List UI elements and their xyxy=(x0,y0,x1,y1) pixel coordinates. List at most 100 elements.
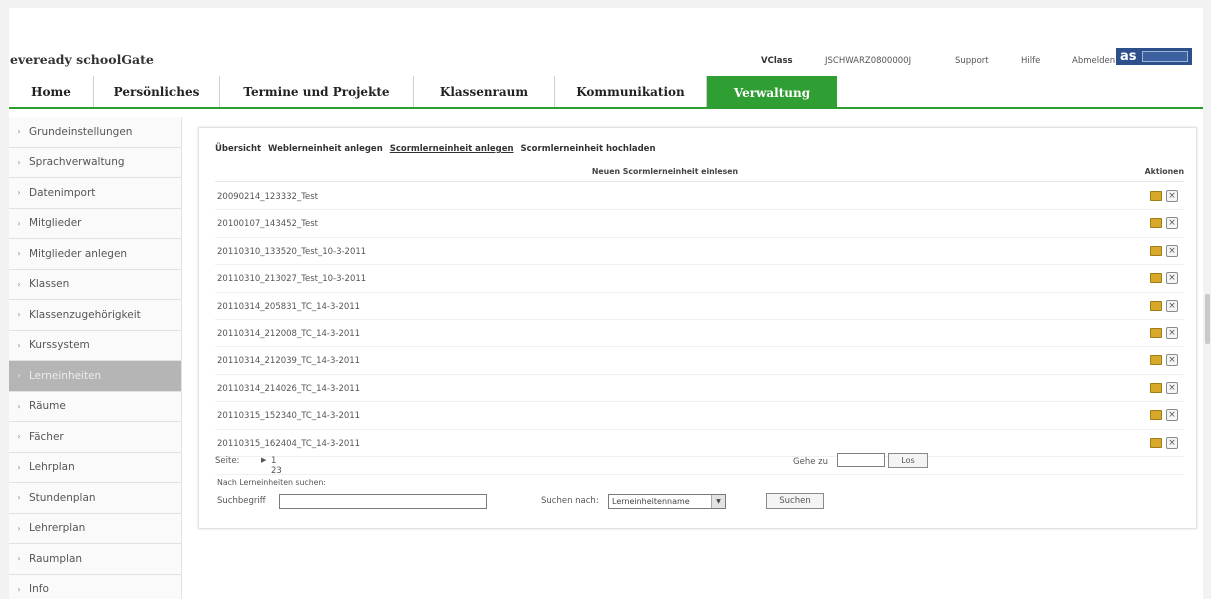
search-input[interactable] xyxy=(279,494,487,509)
sidebar-item-label: Kurssystem xyxy=(29,339,90,352)
sidebar-item-label: Fächer xyxy=(29,430,64,443)
delete-icon[interactable]: × xyxy=(1166,436,1178,449)
sidebar-item-grundeinstellungen[interactable]: › Grundeinstellungen xyxy=(9,117,181,148)
delete-icon[interactable]: × xyxy=(1166,217,1178,230)
subnav-scorm-create[interactable]: Scormlerneinheit anlegen xyxy=(390,144,514,154)
tab-home[interactable]: Home xyxy=(9,76,94,107)
search-by-select[interactable]: Lerneinheitenname ▼ xyxy=(608,494,726,509)
sidebar-item-mitglieder-anlegen[interactable]: › Mitglieder anlegen xyxy=(9,239,181,270)
delete-icon[interactable]: × xyxy=(1166,409,1178,422)
tab-personal[interactable]: Persönliches xyxy=(94,76,220,107)
unit-name[interactable]: 20110315_162404_TC_14-3-2011 xyxy=(217,439,360,449)
unit-name[interactable]: 20110315_152340_TC_14-3-2011 xyxy=(217,411,360,421)
chevron-right-icon: › xyxy=(17,157,21,167)
user-id: JSCHWARZ0800000J xyxy=(825,56,912,66)
sidebar-item-klassen[interactable]: › Klassen xyxy=(9,269,181,300)
sidebar-item-stundenplan[interactable]: › Stundenplan xyxy=(9,483,181,514)
delete-icon[interactable]: × xyxy=(1166,381,1178,394)
delete-icon[interactable]: × xyxy=(1166,326,1178,339)
chevron-right-icon: › xyxy=(17,371,21,381)
delete-icon[interactable]: × xyxy=(1166,190,1178,202)
unit-name[interactable]: 20110314_214026_TC_14-3-2011 xyxy=(217,384,360,394)
table-row: 20110315_152340_TC_14-3-2011 × xyxy=(215,402,1184,430)
sidebar-item-label: Lerneinheiten xyxy=(29,369,102,382)
pager-label: Seite: xyxy=(215,456,240,466)
scrollbar-thumb[interactable] xyxy=(1205,294,1210,344)
search-button[interactable]: Suchen xyxy=(766,493,824,509)
tab-communication[interactable]: Kommunikation xyxy=(555,76,707,107)
tab-dates-projects[interactable]: Termine und Projekte xyxy=(220,76,414,107)
folder-open-icon[interactable] xyxy=(1150,273,1162,284)
sidebar-item-mitglieder[interactable]: › Mitglieder xyxy=(9,208,181,239)
subnav: Übersicht Weblerneinheit anlegen Scormle… xyxy=(215,144,660,154)
delete-icon[interactable]: × xyxy=(1166,244,1178,257)
search-by-value: Lerneinheitenname xyxy=(612,497,690,506)
folder-open-icon[interactable] xyxy=(1150,355,1162,366)
unit-name[interactable]: 20110314_212008_TC_14-3-2011 xyxy=(217,329,360,339)
sidebar-item-raeume[interactable]: › Räume xyxy=(9,391,181,422)
unit-name[interactable]: 20110314_205831_TC_14-3-2011 xyxy=(217,302,360,312)
search-term-label: Suchbegriff xyxy=(217,496,266,506)
table-row: 20110310_133520_Test_10-3-2011 × xyxy=(215,238,1184,266)
chevron-right-icon: › xyxy=(17,401,21,411)
sidebar-item-info[interactable]: › Info xyxy=(9,574,181,599)
goto-page-input[interactable] xyxy=(837,453,885,467)
logout-link[interactable]: Abmelden xyxy=(1072,56,1115,66)
sidebar-item-lehrplan[interactable]: › Lehrplan xyxy=(9,452,181,483)
folder-open-icon[interactable] xyxy=(1150,191,1162,201)
sidebar-item-label: Info xyxy=(29,583,49,596)
chevron-right-icon: › xyxy=(17,279,21,289)
sidebar-item-label: Datenimport xyxy=(29,186,96,199)
delete-icon[interactable]: × xyxy=(1166,299,1178,312)
folder-open-icon[interactable] xyxy=(1150,327,1162,338)
sidebar-item-lehrerplan[interactable]: › Lehrerplan xyxy=(9,513,181,544)
sidebar-item-kurssystem[interactable]: › Kurssystem xyxy=(9,330,181,361)
folder-open-icon[interactable] xyxy=(1150,382,1162,393)
table-row: 20110315_162404_TC_14-3-2011 × xyxy=(215,430,1184,457)
unit-name[interactable]: 20110314_212039_TC_14-3-2011 xyxy=(217,356,360,366)
folder-open-icon[interactable] xyxy=(1150,410,1162,421)
chevron-right-icon: › xyxy=(17,462,21,472)
logo-bar xyxy=(1141,51,1188,62)
search-by-label: Suchen nach: xyxy=(541,496,599,506)
subnav-web-create[interactable]: Weblerneinheit anlegen xyxy=(268,144,383,154)
folder-open-icon[interactable] xyxy=(1150,437,1162,448)
chevron-right-icon: › xyxy=(17,432,21,442)
table-row: 20110310_213027_Test_10-3-2011 × xyxy=(215,265,1184,293)
sidebar-item-faecher[interactable]: › Fächer xyxy=(9,422,181,453)
delete-icon[interactable]: × xyxy=(1166,272,1178,285)
sidebar-item-raumplan[interactable]: › Raumplan xyxy=(9,544,181,575)
goto-button[interactable]: Los xyxy=(888,453,928,468)
sidebar-item-label: Klassen xyxy=(29,278,70,291)
subnav-scorm-upload[interactable]: Scormlerneinheit hochladen xyxy=(521,144,656,154)
sidebar-item-klassenzugehoerigkeit[interactable]: › Klassenzugehörigkeit xyxy=(9,300,181,331)
unit-name[interactable]: 20090214_123332_Test xyxy=(217,192,318,202)
page-current: 1 xyxy=(271,456,277,466)
folder-open-icon[interactable] xyxy=(1150,300,1162,311)
pager-arrow-icon[interactable]: ▶ xyxy=(261,456,266,464)
search-heading: Nach Lerneinheiten suchen: xyxy=(215,474,1184,489)
folder-open-icon[interactable] xyxy=(1150,245,1162,256)
tab-classroom[interactable]: Klassenraum xyxy=(414,76,555,107)
table-row: 20110314_214026_TC_14-3-2011 × xyxy=(215,375,1184,403)
table-row: 20090214_123332_Test × xyxy=(215,183,1184,211)
chevron-right-icon: › xyxy=(17,523,21,533)
folder-open-icon[interactable] xyxy=(1150,218,1162,229)
unit-name[interactable]: 20110310_133520_Test_10-3-2011 xyxy=(217,247,366,257)
chevron-down-icon: ▼ xyxy=(711,495,725,508)
tab-administration[interactable]: Verwaltung xyxy=(707,76,837,109)
delete-icon[interactable]: × xyxy=(1166,354,1178,367)
subnav-overview[interactable]: Übersicht xyxy=(215,144,261,154)
sidebar-item-lerneinheiten[interactable]: › Lerneinheiten xyxy=(9,361,181,392)
support-link[interactable]: Support xyxy=(955,56,989,66)
sidebar-item-datenimport[interactable]: › Datenimport xyxy=(9,178,181,209)
chevron-right-icon: › xyxy=(17,127,21,137)
search-heading-text: Nach Lerneinheiten suchen: xyxy=(217,478,327,487)
table-row: 20110314_212008_TC_14-3-2011 × xyxy=(215,320,1184,348)
unit-name[interactable]: 20110310_213027_Test_10-3-2011 xyxy=(217,274,366,284)
help-link[interactable]: Hilfe xyxy=(1021,56,1040,66)
sidebar-item-label: Stundenplan xyxy=(29,491,96,504)
sidebar-item-sprachverwaltung[interactable]: › Sprachverwaltung xyxy=(9,147,181,178)
unit-name[interactable]: 20100107_143452_Test xyxy=(217,219,318,229)
nav-underline xyxy=(9,107,1203,109)
